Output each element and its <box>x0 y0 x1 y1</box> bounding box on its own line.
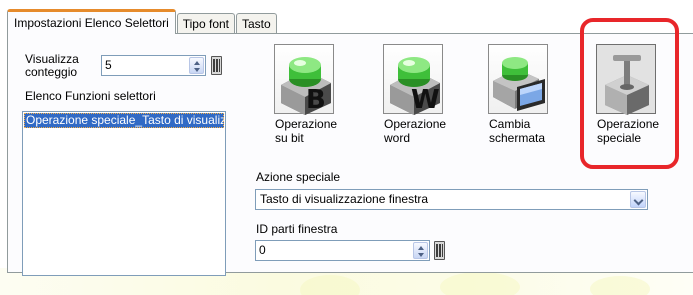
display-count-field[interactable]: 5 <box>101 55 206 76</box>
display-count-label-line2: conteggio <box>25 65 78 79</box>
screen-switch-icon <box>488 44 548 114</box>
special-operation-icon <box>596 44 656 115</box>
function-list[interactable]: Operazione speciale_Tasto di visualizzaz… <box>22 111 226 276</box>
window-id-keypad-icon[interactable] <box>434 241 445 260</box>
function-list-label: Elenco Funzioni selettori <box>25 89 156 103</box>
background-decoration <box>590 276 650 295</box>
display-count-keypad-icon[interactable] <box>211 56 222 75</box>
operation-word-button[interactable]: W Operazione word <box>379 44 449 154</box>
background-decoration <box>440 272 520 295</box>
tab-strip: Impostazioni Elenco Selettori Tipo font … <box>7 9 278 34</box>
display-count-label: Visualizza <box>25 52 79 66</box>
word-switch-icon: W <box>383 44 443 115</box>
change-screen-button[interactable]: Cambia schermata <box>484 44 554 154</box>
tab-key[interactable]: Tasto <box>236 13 277 34</box>
tab-font-type[interactable]: Tipo font <box>176 13 235 34</box>
window-id-value: 0 <box>259 243 266 257</box>
special-action-label: Azione speciale <box>256 170 341 184</box>
word-letter: W <box>411 85 440 115</box>
special-operation-label: Operazione speciale <box>597 117 660 145</box>
window-id-label: ID parti finestra <box>256 222 338 236</box>
window-id-spinner[interactable] <box>413 242 428 259</box>
change-screen-label: Cambia schermata <box>489 117 546 145</box>
tab-selector-list-settings[interactable]: Impostazioni Elenco Selettori <box>7 9 176 34</box>
special-operation-button[interactable]: Operazione speciale <box>592 44 662 154</box>
display-count-spinner[interactable] <box>189 57 204 74</box>
bit-switch-icon: B <box>274 44 334 115</box>
special-action-dropdown[interactable]: Tasto di visualizzazione finestra <box>255 189 648 210</box>
special-action-value: Tasto di visualizzazione finestra <box>260 192 429 206</box>
list-item[interactable]: Operazione speciale_Tasto di visualizzaz… <box>24 113 225 128</box>
display-count-value: 5 <box>105 58 112 72</box>
chevron-down-icon[interactable] <box>630 191 646 208</box>
operation-bit-label: Operazione su bit <box>275 117 338 145</box>
operation-word-label: Operazione word <box>384 117 447 145</box>
window-id-field[interactable]: 0 <box>255 240 430 261</box>
operation-bit-button[interactable]: B Operazione su bit <box>270 44 340 154</box>
bit-letter: B <box>306 85 326 115</box>
